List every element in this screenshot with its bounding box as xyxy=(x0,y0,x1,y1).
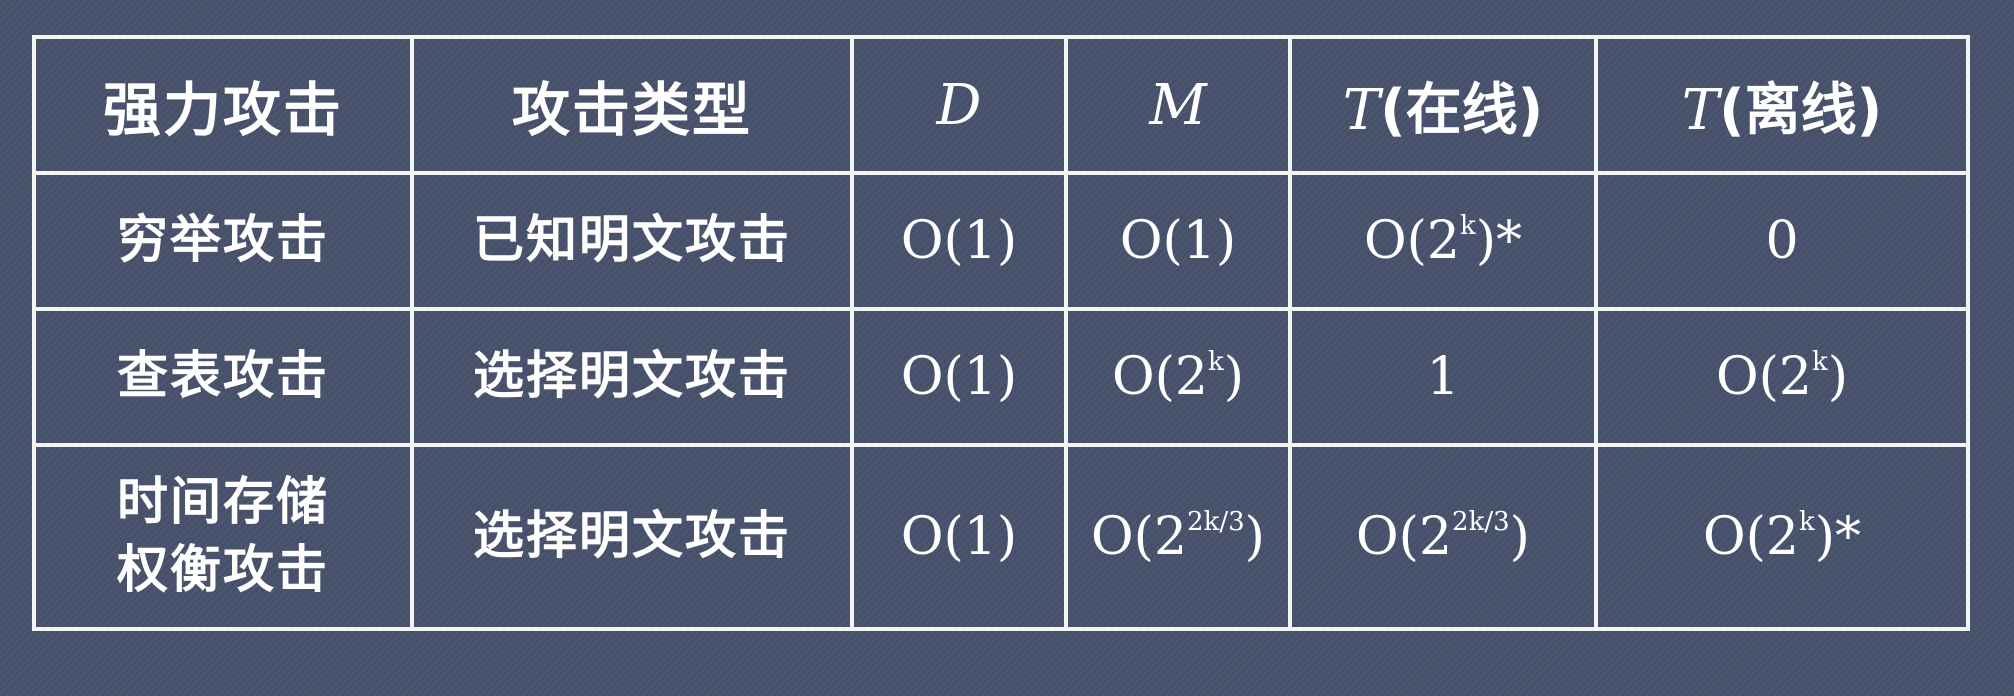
row-attack-type: 已知明文攻击 xyxy=(410,171,854,312)
header-d-var: D xyxy=(936,72,982,138)
row-t-online-value: O(22k/3) xyxy=(1288,443,1598,631)
row-m-value: O(2k) xyxy=(1064,307,1292,448)
header-m: M xyxy=(1064,34,1292,176)
header-t-offline: T(离线) xyxy=(1594,34,1970,176)
header-d: D xyxy=(850,34,1068,176)
header-t-offline-var: T xyxy=(1681,77,1720,143)
row-t-online-value: O(2k)* xyxy=(1288,171,1598,312)
header-m-var: M xyxy=(1149,72,1207,138)
header-t-offline-label: (离线) xyxy=(1719,77,1883,143)
row-attack-name: 时间存储 权衡攻击 xyxy=(32,443,414,631)
table-row: 查表攻击 选择明文攻击 O(1) O(2k) 1 O(2k) xyxy=(32,307,1970,448)
row-t-online-value: 1 xyxy=(1288,307,1598,448)
row-d-value: O(1) xyxy=(850,443,1068,631)
table-row: 时间存储 权衡攻击 选择明文攻击 O(1) O(22k/3) O(22k/3) O… xyxy=(32,443,1970,631)
header-t-online: T(在线) xyxy=(1288,34,1598,176)
header-attack: 强力攻击 xyxy=(32,34,414,176)
row-m-value: O(22k/3) xyxy=(1064,443,1292,631)
row-t-offline-value: O(2k) xyxy=(1594,307,1970,448)
row-attack-name: 查表攻击 xyxy=(32,307,414,448)
attack-comparison-table: 强力攻击 攻击类型 D M T(在线) T(离线) 穷举攻击 已知明文攻击 O(… xyxy=(32,34,1970,631)
row-t-offline-value: O(2k)* xyxy=(1594,443,1970,631)
header-t-online-label: (在线) xyxy=(1380,77,1544,143)
slide: 强力攻击 攻击类型 D M T(在线) T(离线) 穷举攻击 已知明文攻击 O(… xyxy=(0,0,2014,696)
table-row: 穷举攻击 已知明文攻击 O(1) O(1) O(2k)* 0 xyxy=(32,171,1970,312)
row-attack-type: 选择明文攻击 xyxy=(410,443,854,631)
row-attack-type: 选择明文攻击 xyxy=(410,307,854,448)
table-header-row: 强力攻击 攻击类型 D M T(在线) T(离线) xyxy=(32,34,1970,176)
row-d-value: O(1) xyxy=(850,307,1068,448)
header-attack-type: 攻击类型 xyxy=(410,34,854,176)
header-t-online-var: T xyxy=(1342,77,1381,143)
row-d-value: O(1) xyxy=(850,171,1068,312)
row-m-value: O(1) xyxy=(1064,171,1292,312)
row-t-offline-value: 0 xyxy=(1594,171,1970,312)
row-attack-name: 穷举攻击 xyxy=(32,171,414,312)
